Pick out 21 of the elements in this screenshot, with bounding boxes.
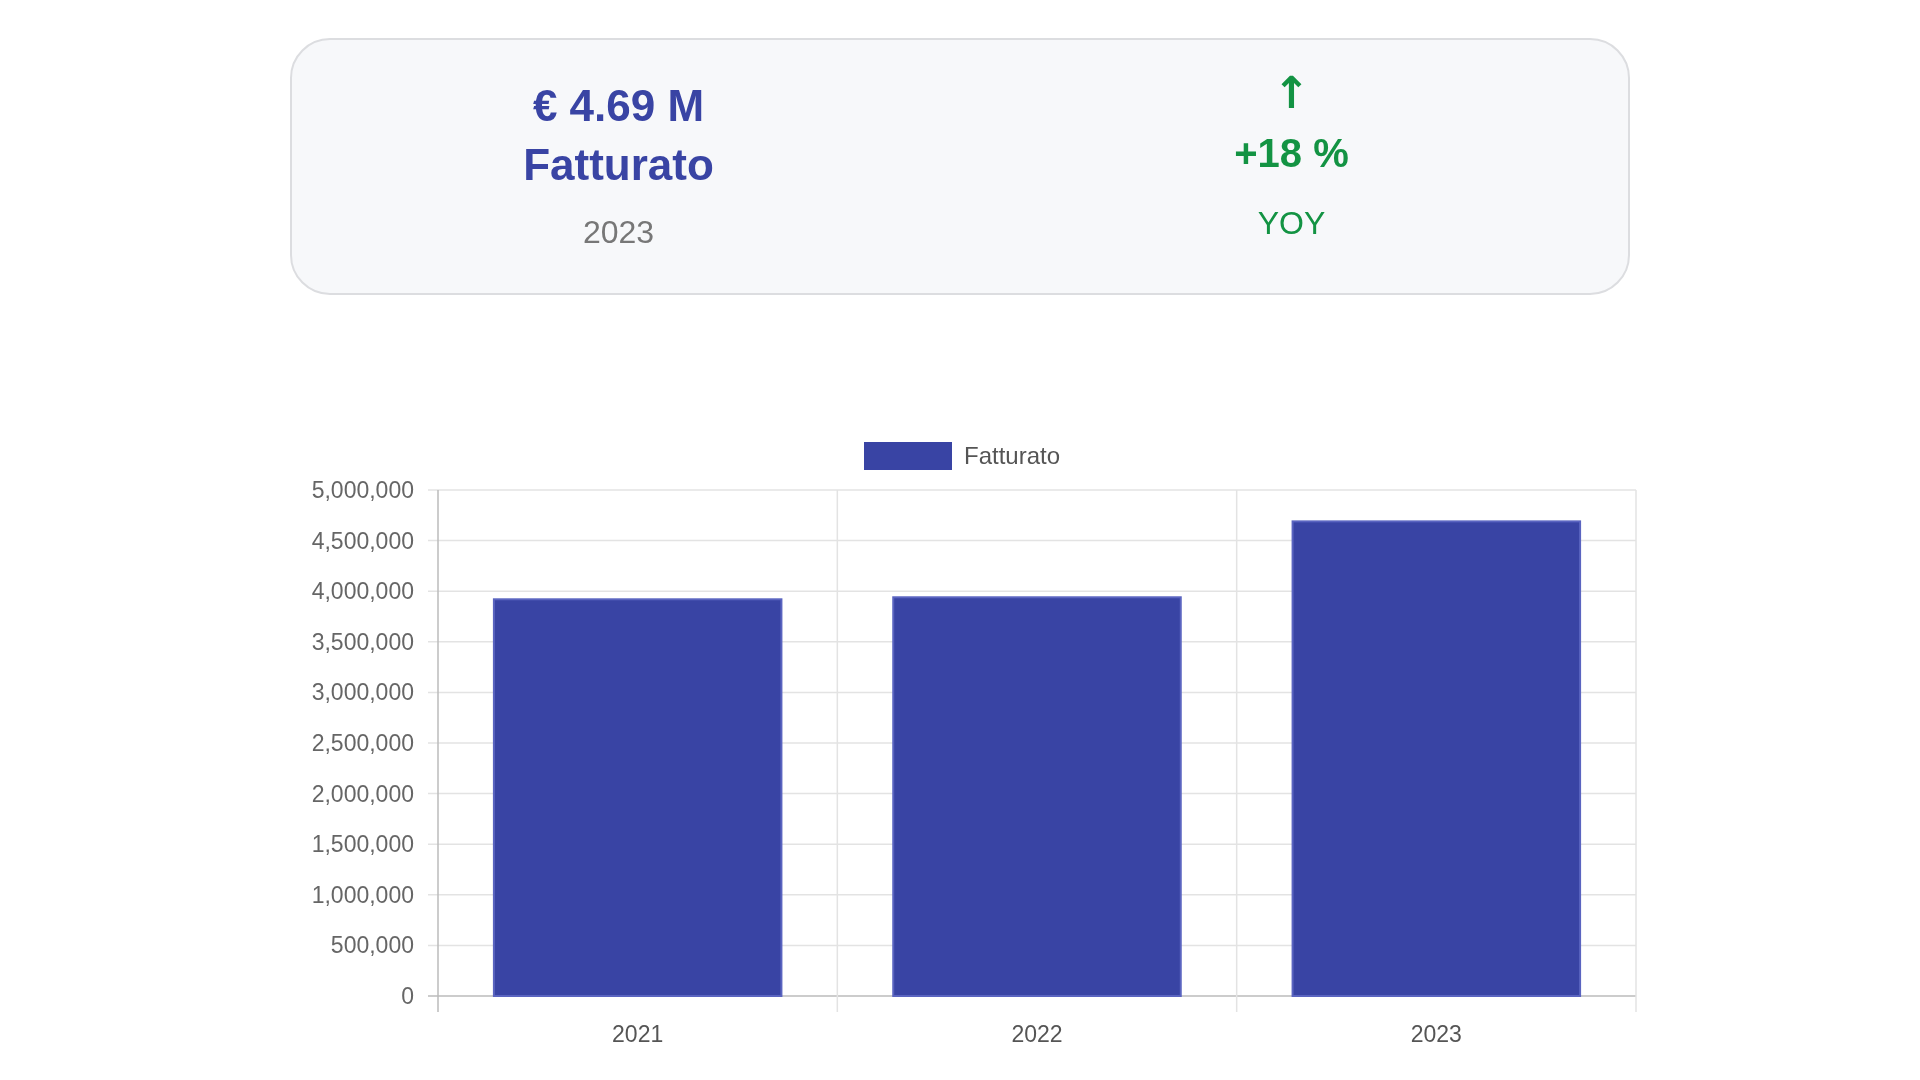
y-axis-label: 3,500,000 <box>311 628 414 655</box>
y-axis-label: 5,000,000 <box>311 477 414 503</box>
chart-legend: Fatturato <box>864 442 1061 470</box>
y-axis-label: 1,500,000 <box>311 831 414 858</box>
revenue-label: Fatturato <box>523 138 714 191</box>
x-axis-label: 2022 <box>1011 1021 1063 1047</box>
revenue-amount: € 4.69 M <box>532 79 705 132</box>
y-axis-label: 500,000 <box>330 932 414 959</box>
y-axis-label: 4,000,000 <box>311 578 414 605</box>
y-axis-label: 3,000,000 <box>311 679 414 706</box>
y-axis-label: 1,000,000 <box>311 881 414 908</box>
y-axis-label: 2,500,000 <box>311 730 414 756</box>
change-value: +18 % <box>1234 129 1349 177</box>
trend-arrow: ↑ <box>1273 70 1310 115</box>
y-axis-label: 4,500,000 <box>311 527 414 554</box>
y-axis-label: 0 <box>401 983 414 1009</box>
y-axis-label: 2,000,000 <box>311 780 414 807</box>
x-axis-label: 2021 <box>612 1021 664 1047</box>
year-label: 2023 <box>582 212 655 252</box>
change-label: YOY <box>1257 203 1326 243</box>
x-axis-label: 2023 <box>1410 1021 1462 1047</box>
